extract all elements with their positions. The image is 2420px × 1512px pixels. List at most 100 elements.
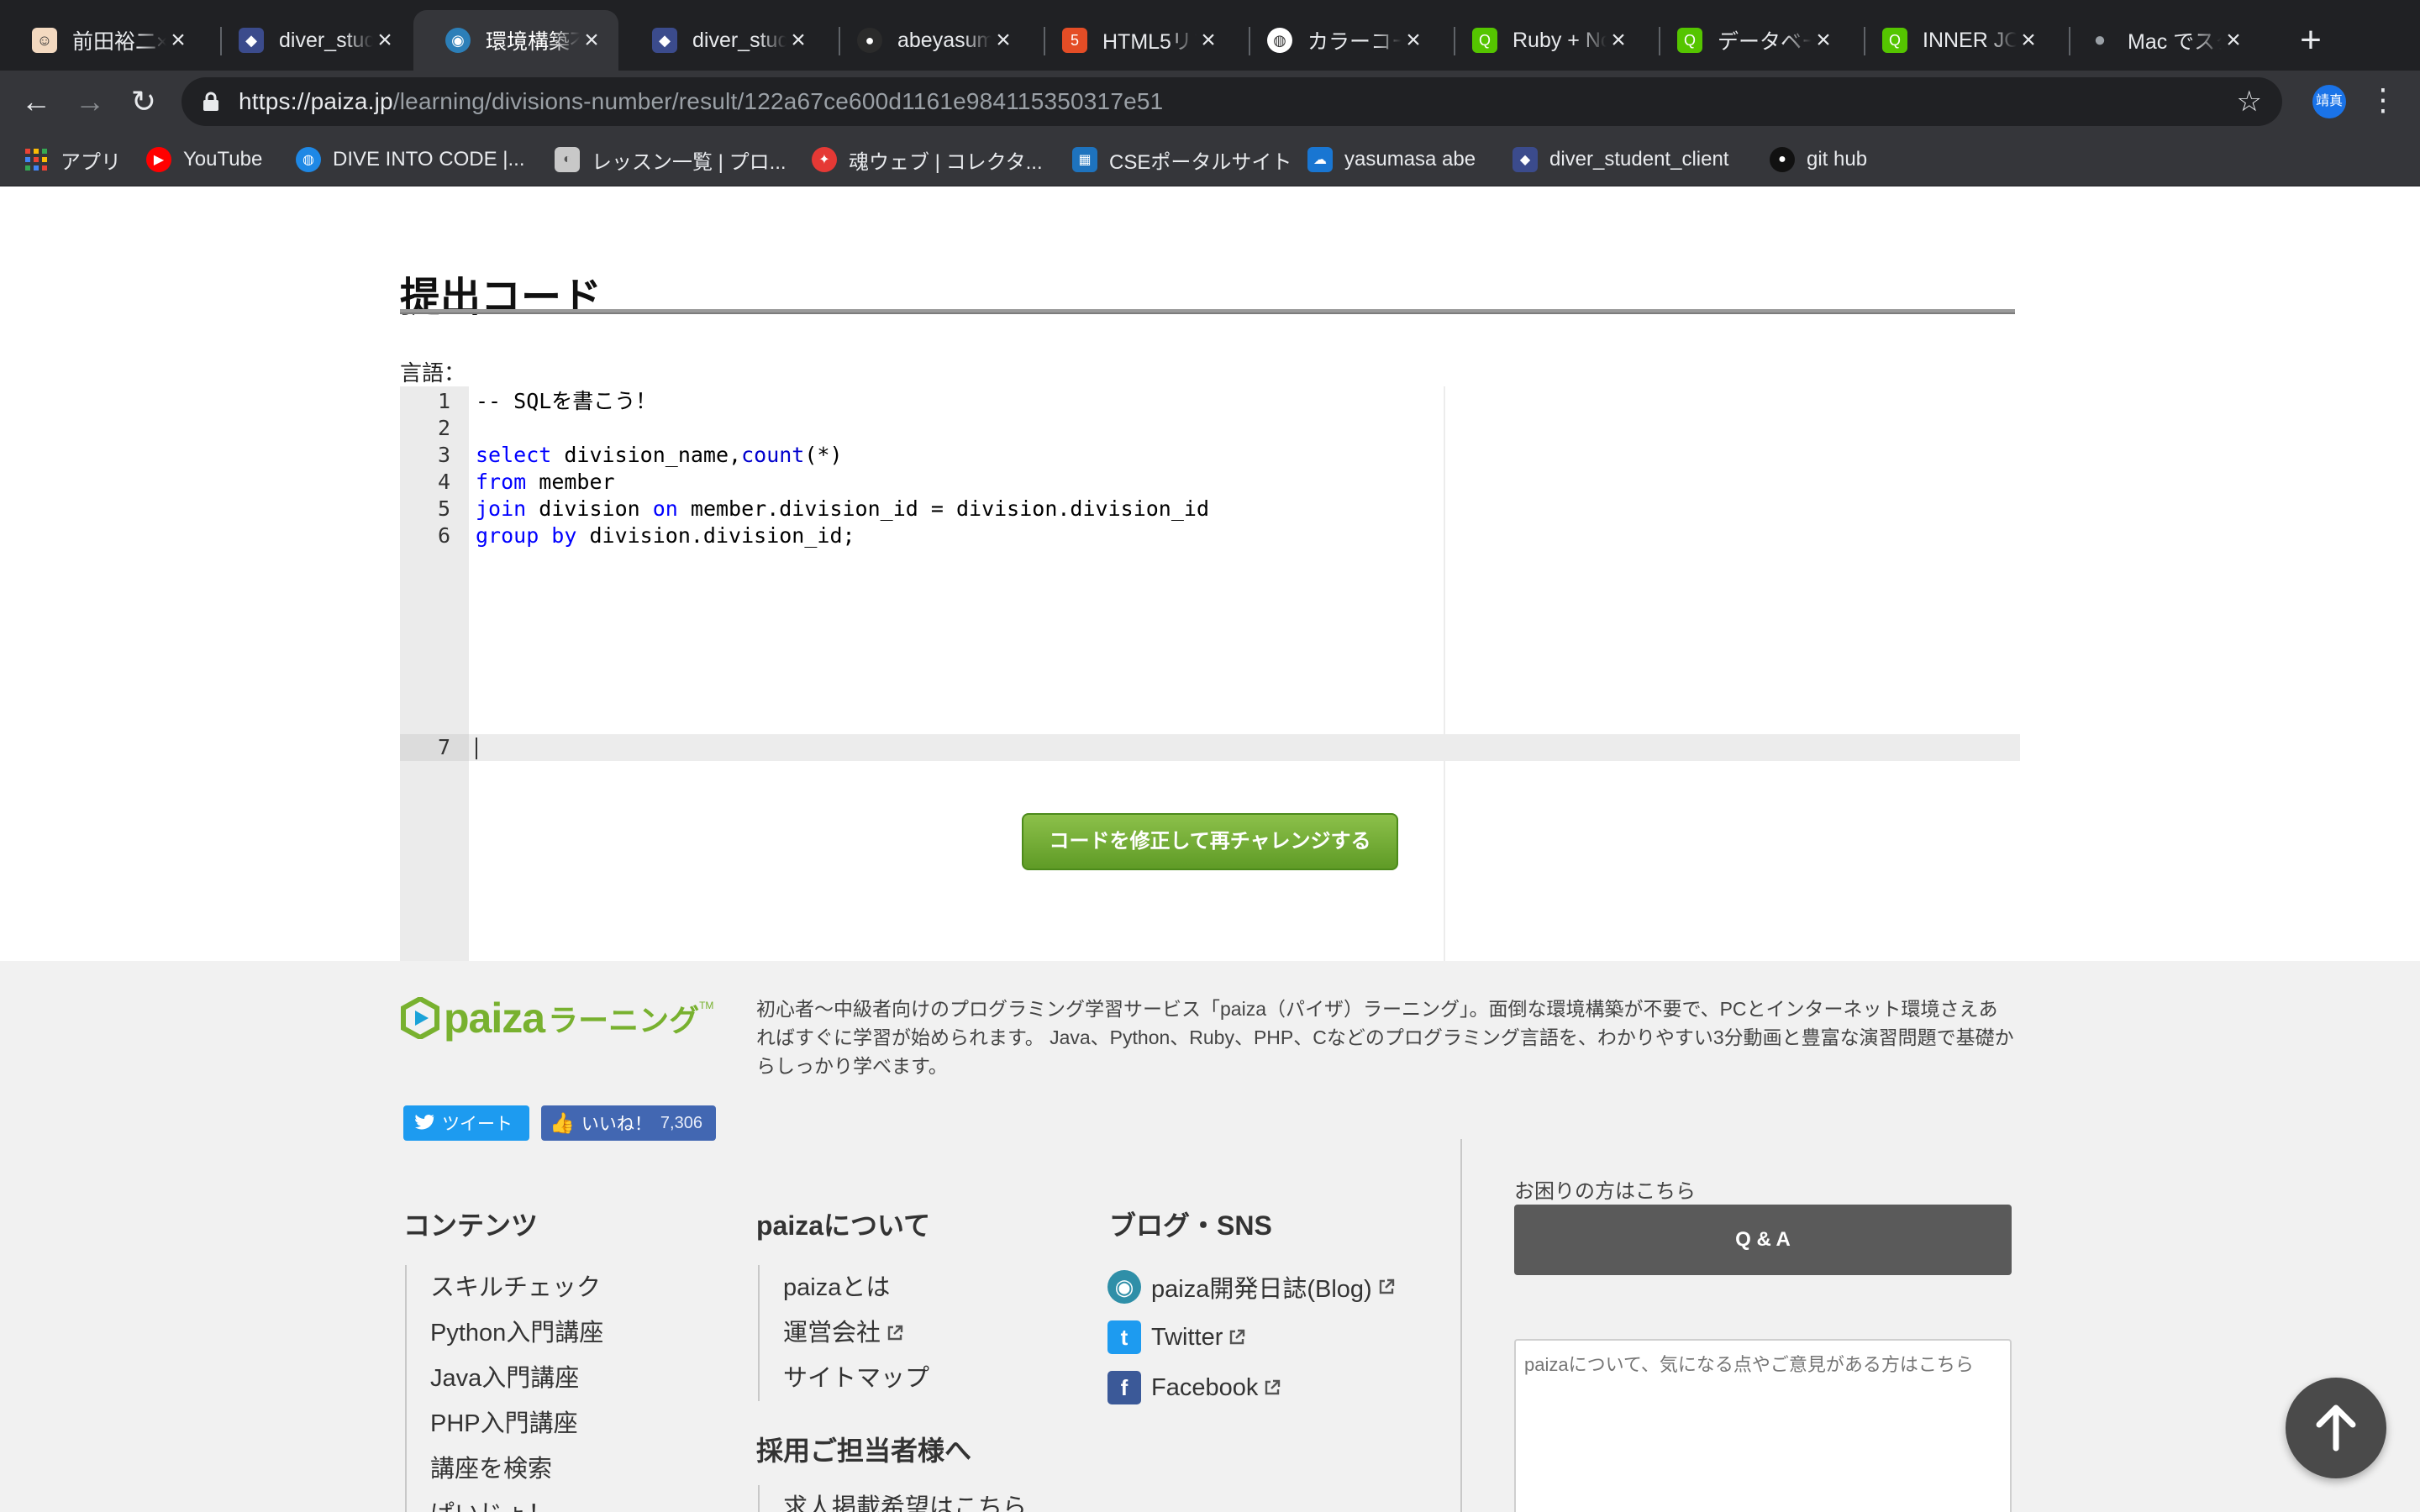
footer-link[interactable]: Python入門講座	[430, 1310, 603, 1356]
close-icon[interactable]: ×	[1197, 28, 1220, 53]
footer-divider	[1460, 1139, 1462, 1512]
external-link-icon	[1265, 1379, 1281, 1395]
tab-title: Ruby + Node	[1512, 28, 1607, 52]
footer-link[interactable]: paizaとは	[783, 1265, 929, 1310]
sns-heading: ブログ・SNS	[1109, 1210, 1272, 1241]
facebook-link[interactable]: f Facebook	[1107, 1369, 1281, 1406]
close-icon[interactable]: ×	[373, 28, 397, 53]
external-link-icon	[1379, 1278, 1394, 1294]
bookmark-item[interactable]: ▶ YouTube	[146, 133, 262, 186]
tab-title: 前田裕二×スキル	[72, 30, 166, 54]
feedback-textarea[interactable]	[1514, 1339, 2012, 1512]
tab-title: カラーコード	[1307, 30, 1402, 54]
apps-grid-icon	[25, 149, 47, 171]
close-icon[interactable]: ×	[2222, 28, 2245, 53]
browser-tab[interactable]: Q Ruby + Node ×	[1440, 10, 1645, 71]
browser-tab[interactable]: ◍ カラーコード ×	[1235, 10, 1440, 71]
arrow-up-icon	[2316, 1404, 2356, 1452]
browser-tab[interactable]: ◆ diver_student ×	[207, 10, 412, 71]
footer-link[interactable]: PHP入門講座	[430, 1401, 603, 1446]
profile-avatar[interactable]: 靖真	[2312, 85, 2346, 118]
browser-tab[interactable]: Q INNER JOIN ×	[1850, 10, 2055, 71]
browser-tab[interactable]: ● abeyasumasa ×	[825, 10, 1030, 71]
bookmark-item[interactable]: ☁ yasumasa abe	[1307, 133, 1476, 186]
browser-tab[interactable]: ● Mac でスクリーン ×	[2055, 10, 2260, 71]
qiita-icon: Q	[1882, 28, 1907, 53]
facebook-like-button[interactable]: 👍 いいね！ 7,306	[541, 1105, 716, 1141]
twitter-link[interactable]: t Twitter	[1107, 1319, 1246, 1356]
address-bar[interactable]: https://paiza.jp/learning/divisions-numb…	[182, 77, 2282, 126]
bookmark-item[interactable]: ◐ レッスン一覧 | プロ...	[555, 133, 786, 186]
lock-icon	[203, 92, 218, 111]
menu-dots-icon[interactable]: ⋮	[2368, 81, 2398, 123]
back-arrow-icon[interactable]: ←	[17, 82, 55, 121]
bookmark-label: git hub	[1807, 148, 1868, 171]
close-icon[interactable]: ×	[166, 28, 190, 53]
footer-link[interactable]: スキルチェック	[430, 1265, 603, 1310]
close-icon[interactable]: ×	[1812, 28, 1835, 53]
globe-icon: ◍	[296, 147, 321, 172]
bookmark-item[interactable]: ◍ DIVE INTO CODE |...	[296, 133, 525, 186]
retry-challenge-button[interactable]: コードを修正して再チャレンジする	[1022, 813, 1398, 870]
title-underline	[400, 309, 2015, 314]
avatar-icon: ☺	[32, 28, 57, 53]
scroll-to-top-button[interactable]	[2286, 1378, 2386, 1478]
twitter-icon: t	[1107, 1320, 1141, 1354]
about-heading: paizaについて	[756, 1210, 931, 1241]
line-number: 7	[437, 735, 450, 759]
bookmark-item[interactable]: ▦ CSEポータルサイト	[1072, 133, 1292, 186]
service-description: 初心者〜中級者向けのプログラミング学習サービス「paiza（パイザ）ラーニング」…	[756, 998, 2014, 1077]
line-number: 6	[437, 523, 450, 548]
close-icon[interactable]: ×	[580, 28, 603, 53]
footer-link[interactable]: ぱいじょ！	[430, 1492, 603, 1512]
paiza-icon: ◉	[445, 28, 471, 53]
new-tab-button[interactable]: +	[2294, 17, 2328, 64]
github-icon: ●	[857, 28, 882, 53]
reload-icon[interactable]: ↻	[124, 82, 163, 121]
like-count: 7,306	[660, 1113, 702, 1132]
close-icon[interactable]: ×	[2017, 28, 2040, 53]
recruit-link-list: 求人掲載希望はこちら	[758, 1485, 1027, 1512]
cloud-icon: ☁	[1307, 147, 1333, 172]
code-editor[interactable]: 1 -- SQLを書こう！ 2 3 select division_name,c…	[400, 386, 2020, 993]
qa-button[interactable]: Q & A	[1514, 1205, 2012, 1275]
browser-tab-active[interactable]: ◉ 環境構築不要 ×	[413, 10, 618, 71]
bookmark-item[interactable]: ✦ 魂ウェブ | コレクタ...	[812, 133, 1043, 186]
bookmark-label: アプリ	[60, 150, 121, 174]
close-icon[interactable]: ×	[1607, 28, 1630, 53]
browser-tab[interactable]: ☺ 前田裕二×スキル ×	[0, 10, 205, 71]
tweet-button[interactable]: ツイート	[403, 1105, 529, 1141]
footer-link[interactable]: 求人掲載希望はこちら	[783, 1485, 1027, 1512]
footer-link[interactable]: 講座を検索	[430, 1446, 603, 1492]
paiza-logo[interactable]: paiza ラーニング TM	[400, 993, 713, 1043]
twitter-bird-icon	[414, 1115, 434, 1130]
line-number: 1	[437, 389, 450, 413]
blog-link[interactable]: ◉ paiza開発日誌(Blog)	[1107, 1268, 1396, 1305]
bookmark-item[interactable]: ◆ diver_student_client	[1512, 133, 1728, 186]
youtube-icon: ▶	[146, 147, 171, 172]
footer-link[interactable]: サイトマップ	[783, 1356, 929, 1401]
help-label: お困りの方はこちら	[1514, 1180, 1696, 1203]
bookmark-label: YouTube	[183, 148, 263, 171]
close-icon[interactable]: ×	[786, 28, 810, 53]
browser-tab[interactable]: 5 HTML5リファレンス ×	[1030, 10, 1235, 71]
tab-title: abeyasumasa	[897, 28, 992, 52]
tamashii-icon: ✦	[812, 147, 837, 172]
forward-arrow-icon[interactable]: →	[71, 82, 109, 121]
footer-link[interactable]: 運営会社	[783, 1310, 929, 1356]
diver-icon: ◆	[1512, 147, 1538, 172]
code-text: select division_name,count(*)	[476, 443, 843, 467]
code-text: from member	[476, 470, 615, 494]
code-line: 2	[400, 415, 2020, 442]
browser-tab[interactable]: ◆ diver_student ×	[620, 10, 825, 71]
footer-link[interactable]: Java入門講座	[430, 1356, 603, 1401]
bookmark-item[interactable]: ● git hub	[1770, 133, 1867, 186]
tab-title: 環境構築不要	[486, 30, 580, 54]
close-icon[interactable]: ×	[1402, 28, 1425, 53]
bookmark-star-icon[interactable]: ☆	[2237, 87, 2262, 117]
about-link-list: paizaとは 運営会社 サイトマップ	[758, 1265, 929, 1401]
language-label: 言語：	[400, 360, 466, 386]
bookmark-item[interactable]: アプリ	[24, 133, 121, 186]
browser-tab[interactable]: Q データベース ×	[1645, 10, 1850, 71]
close-icon[interactable]: ×	[992, 28, 1015, 53]
